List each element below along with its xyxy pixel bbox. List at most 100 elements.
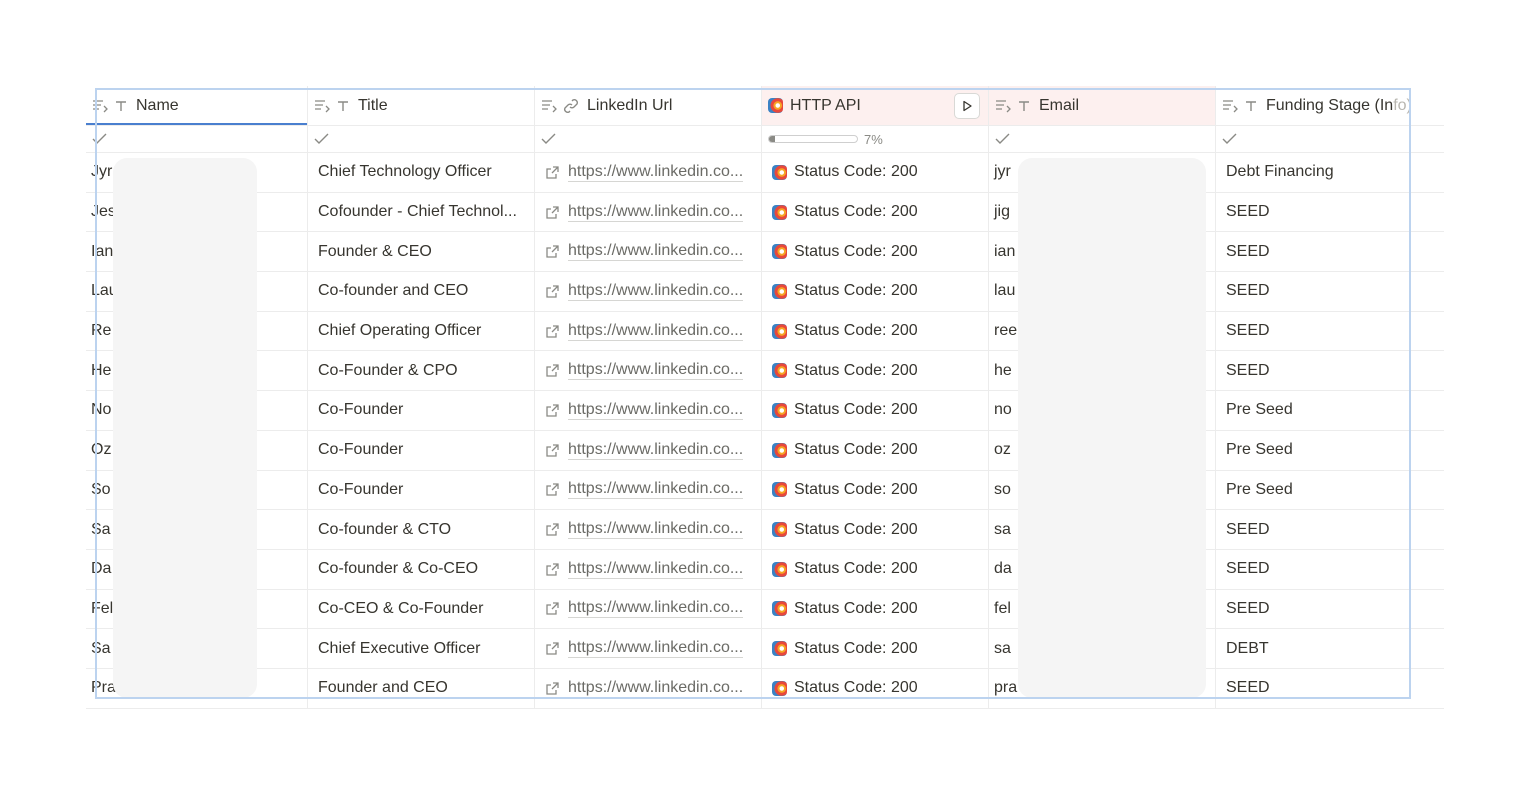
cell-funding-stage[interactable]: SEED — [1216, 550, 1444, 589]
cell-http-api[interactable]: Status Code: 200 — [762, 629, 989, 668]
cell-funding-stage[interactable]: Pre Seed — [1216, 431, 1444, 470]
table-row[interactable]: Sa Co-founder & CTO https://www.linkedin.c… — [86, 510, 1444, 550]
linkedin-link[interactable]: https://www.linkedin.co... — [568, 401, 744, 420]
cell-http-api[interactable]: Status Code: 200 — [762, 391, 989, 430]
cell-linkedin-url[interactable]: https://www.linkedin.co... — [535, 549, 762, 589]
external-link-icon[interactable] — [545, 522, 560, 537]
column-header-email[interactable]: Email — [989, 86, 1216, 125]
table-row[interactable]: Oz Co-Founder https://www.linkedin.co... St… — [86, 430, 1444, 471]
cell-funding-stage[interactable]: SEED — [1216, 351, 1444, 390]
cell-title[interactable]: Co-Founder — [308, 470, 535, 510]
cell-http-api[interactable]: Status Code: 200 — [762, 589, 989, 629]
table-row[interactable]: Lau Co-founder and CEO https://www.linkedi… — [86, 272, 1444, 312]
table-row[interactable]: Sa Chief Executive Officer https://www.lin… — [86, 629, 1444, 669]
cell-funding-stage[interactable]: Pre Seed — [1216, 391, 1444, 430]
linkedin-link[interactable]: https://www.linkedin.co... — [568, 480, 744, 500]
cell-funding-stage[interactable]: SEED — [1216, 312, 1444, 351]
external-link-icon[interactable] — [545, 482, 560, 497]
cell-funding-stage[interactable]: SEED — [1216, 510, 1444, 549]
cell-title[interactable]: Chief Operating Officer — [308, 311, 535, 351]
external-link-icon[interactable] — [545, 562, 560, 577]
cell-title[interactable]: Co-CEO & Co-Founder — [308, 589, 535, 629]
linkedin-link[interactable]: https://www.linkedin.co... — [568, 441, 744, 460]
cell-title[interactable]: Founder & CEO — [308, 232, 535, 272]
cell-http-api[interactable]: Status Code: 200 — [762, 430, 989, 470]
cell-linkedin-url[interactable]: https://www.linkedin.co... — [535, 232, 762, 272]
table-row[interactable]: He Co-Founder & CPO https://www.linkedin.c… — [86, 351, 1444, 392]
cell-http-api[interactable]: Status Code: 200 — [762, 470, 989, 510]
linkedin-link[interactable]: https://www.linkedin.co... — [568, 560, 744, 579]
run-column-button[interactable] — [954, 93, 980, 119]
cell-linkedin-url[interactable]: https://www.linkedin.co... — [535, 510, 762, 549]
cell-http-api[interactable]: Status Code: 200 — [762, 351, 989, 391]
external-link-icon[interactable] — [545, 324, 560, 339]
linkedin-link[interactable]: https://www.linkedin.co... — [568, 282, 744, 301]
linkedin-link[interactable]: https://www.linkedin.co... — [568, 520, 744, 540]
linkedin-link[interactable]: https://www.linkedin.co... — [568, 322, 744, 341]
external-link-icon[interactable] — [545, 284, 560, 299]
cell-linkedin-url[interactable]: https://www.linkedin.co... — [535, 430, 762, 470]
cell-http-api[interactable]: Status Code: 200 — [762, 311, 989, 351]
column-header-funding-stage[interactable]: Funding Stage (In fo) — [1216, 86, 1444, 125]
external-link-icon[interactable] — [545, 205, 560, 220]
cell-linkedin-url[interactable]: https://www.linkedin.co... — [535, 153, 762, 192]
cell-title[interactable]: Co-Founder — [308, 430, 535, 470]
cell-title[interactable]: Co-founder & CTO — [308, 510, 535, 549]
sort-lines-icon[interactable] — [92, 99, 108, 113]
table-row[interactable]: So Co-Founder https://www.linkedin.co... St… — [86, 470, 1444, 511]
table-row[interactable]: Jyr Chief Technology Officer https://www.l… — [86, 153, 1444, 193]
cell-title[interactable]: Chief Technology Officer — [308, 153, 535, 192]
linkedin-link[interactable]: https://www.linkedin.co... — [568, 163, 744, 182]
external-link-icon[interactable] — [545, 681, 560, 696]
cell-linkedin-url[interactable]: https://www.linkedin.co... — [535, 391, 762, 430]
cell-title[interactable]: Cofounder - Chief Technol... — [308, 192, 535, 232]
cell-http-api[interactable]: Status Code: 200 — [762, 549, 989, 589]
cell-linkedin-url[interactable]: https://www.linkedin.co... — [535, 351, 762, 391]
external-link-icon[interactable] — [545, 165, 560, 180]
sort-lines-icon[interactable] — [314, 99, 330, 113]
cell-funding-stage[interactable]: SEED — [1216, 193, 1444, 232]
cell-title[interactable]: Co-founder and CEO — [308, 272, 535, 311]
table-row[interactable]: No Co-Founder https://www.linkedin.co... St… — [86, 391, 1444, 431]
table-row[interactable]: Pra Founder and CEO https://www.linkedin.c… — [86, 668, 1444, 709]
cell-funding-stage[interactable]: SEED — [1216, 272, 1444, 311]
sort-lines-icon[interactable] — [995, 99, 1011, 113]
cell-linkedin-url[interactable]: https://www.linkedin.co... — [535, 589, 762, 629]
external-link-icon[interactable] — [545, 641, 560, 656]
sort-lines-icon[interactable] — [541, 99, 557, 113]
cell-funding-stage[interactable]: SEED — [1216, 590, 1444, 629]
table-row[interactable]: Ian Founder & CEO https://www.linkedin.co.… — [86, 232, 1444, 273]
external-link-icon[interactable] — [545, 363, 560, 378]
linkedin-link[interactable]: https://www.linkedin.co... — [568, 679, 744, 698]
cell-title[interactable]: Co-founder & Co-CEO — [308, 549, 535, 589]
column-header-linkedin-url[interactable]: LinkedIn Url — [535, 86, 762, 125]
linkedin-link[interactable]: https://www.linkedin.co... — [568, 242, 744, 262]
cell-funding-stage[interactable]: SEED — [1216, 669, 1444, 708]
linkedin-link[interactable]: https://www.linkedin.co... — [568, 639, 744, 659]
external-link-icon[interactable] — [545, 601, 560, 616]
table-row[interactable]: Jes Cofounder - Chief Technol... https://w… — [86, 192, 1444, 233]
cell-funding-stage[interactable]: DEBT — [1216, 629, 1444, 668]
external-link-icon[interactable] — [545, 443, 560, 458]
cell-http-api[interactable]: Status Code: 200 — [762, 192, 989, 232]
cell-linkedin-url[interactable]: https://www.linkedin.co... — [535, 470, 762, 510]
linkedin-link[interactable]: https://www.linkedin.co... — [568, 361, 744, 381]
linkedin-link[interactable]: https://www.linkedin.co... — [568, 599, 744, 619]
cell-title[interactable]: Founder and CEO — [308, 668, 535, 708]
external-link-icon[interactable] — [545, 403, 560, 418]
linkedin-link[interactable]: https://www.linkedin.co... — [568, 203, 744, 222]
cell-linkedin-url[interactable]: https://www.linkedin.co... — [535, 272, 762, 311]
cell-title[interactable]: Co-Founder & CPO — [308, 351, 535, 391]
cell-linkedin-url[interactable]: https://www.linkedin.co... — [535, 629, 762, 668]
cell-linkedin-url[interactable]: https://www.linkedin.co... — [535, 192, 762, 232]
table-row[interactable]: Re Chief Operating Officer https://www.lin… — [86, 311, 1444, 352]
table-row[interactable]: Fel Co-CEO & Co-Founder https://www.linked… — [86, 589, 1444, 630]
cell-title[interactable]: Co-Founder — [308, 391, 535, 430]
cell-funding-stage[interactable]: Pre Seed — [1216, 471, 1444, 510]
sort-lines-icon[interactable] — [1222, 99, 1238, 113]
cell-http-api[interactable]: Status Code: 200 — [762, 510, 989, 549]
cell-http-api[interactable]: Status Code: 200 — [762, 153, 989, 192]
cell-funding-stage[interactable]: Debt Financing — [1216, 153, 1444, 192]
cell-funding-stage[interactable]: SEED — [1216, 232, 1444, 271]
cell-http-api[interactable]: Status Code: 200 — [762, 668, 989, 708]
